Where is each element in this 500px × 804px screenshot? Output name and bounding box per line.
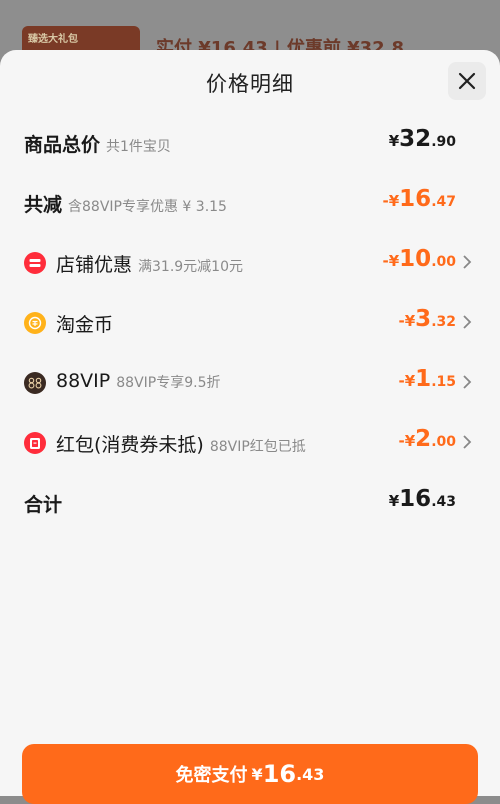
red-packet-icon	[24, 432, 46, 454]
reduced-amount: -¥16.47	[383, 186, 457, 212]
shop-coupon-icon	[24, 252, 46, 274]
sum-amount-symbol: ¥	[388, 492, 400, 510]
row-coins[interactable]: 淘金币 -¥3.32	[0, 302, 500, 342]
row-sum: 合计 ¥16.43	[0, 482, 500, 522]
reduced-sub: 含88VIP专享优惠 ¥ 3.15	[68, 199, 227, 215]
reduced-amount-dec: .47	[431, 194, 456, 210]
vip-sub: 88VIP专享9.5折	[116, 375, 221, 391]
price-detail-sheet: 价格明细 商品总价 共1件宝贝 ¥32.90 共减 含88VIP专享优惠 ¥ 3.1…	[0, 50, 500, 804]
total-amount-symbol: ¥	[388, 132, 400, 150]
shop-amount-int: 10	[399, 246, 432, 272]
redpacket-amount-symbol: -¥	[398, 432, 416, 450]
pay-button-label: 免密支付	[175, 765, 248, 786]
vip-88-icon	[24, 372, 46, 394]
total-amount: ¥32.90	[389, 126, 456, 152]
vip-label-text: 88VIP	[56, 370, 111, 392]
password-free-pay-button[interactable]: 免密支付 ¥16.43	[22, 744, 478, 804]
total-amount-int: 32	[399, 126, 432, 152]
shop-sub: 满31.9元减10元	[138, 259, 244, 275]
reduced-label-text: 共减	[24, 194, 63, 216]
shop-amount-symbol: -¥	[382, 252, 400, 270]
shop-amount-dec: .00	[431, 254, 456, 270]
pay-button-dec: .43	[296, 764, 325, 784]
coins-amount: -¥3.32	[399, 306, 457, 332]
row-88vip[interactable]: 88VIP 88VIP专享9.5折 -¥1.15	[0, 362, 500, 402]
redpacket-amount-int: 2	[415, 426, 432, 452]
sum-amount-int: 16	[399, 486, 432, 512]
close-icon	[458, 72, 476, 90]
chevron-right-icon	[463, 315, 472, 329]
row-shop-discount[interactable]: 店铺优惠 满31.9元减10元 -¥10.00	[0, 242, 500, 282]
total-sub: 共1件宝贝	[106, 139, 171, 155]
vip-amount-int: 1	[415, 366, 432, 392]
row-coins-label: 淘金币	[56, 310, 113, 337]
total-label-text: 商品总价	[24, 134, 101, 156]
reduced-amount-int: 16	[399, 186, 432, 212]
shop-label-text: 店铺优惠	[56, 254, 133, 276]
sheet-title: 价格明细	[206, 72, 294, 96]
coins-amount-symbol: -¥	[398, 312, 416, 330]
vip-amount-dec: .15	[431, 374, 456, 390]
pay-button-symbol: ¥	[251, 764, 263, 784]
shop-amount: -¥10.00	[383, 246, 457, 272]
row-redpacket-label: 红包(消费券未抵) 88VIP红包已抵	[56, 430, 306, 457]
coins-amount-dec: .32	[431, 314, 456, 330]
row-reduced-label: 共减 含88VIP专享优惠 ¥ 3.15	[24, 190, 227, 217]
product-thumbnail-text: 臻选大礼包	[28, 34, 78, 45]
chevron-right-icon	[463, 375, 472, 389]
redpacket-amount-dec: .00	[431, 434, 456, 450]
pay-button-int: 16	[262, 760, 297, 788]
coins-label-text: 淘金币	[56, 314, 114, 336]
coins-amount-int: 3	[415, 306, 432, 332]
coin-icon	[24, 312, 46, 334]
total-amount-dec: .90	[431, 134, 456, 150]
row-red-packet[interactable]: 红包(消费券未抵) 88VIP红包已抵 -¥2.00	[0, 422, 500, 462]
row-total-reduced: 共减 含88VIP专享优惠 ¥ 3.15 -¥16.47	[0, 182, 500, 222]
row-total-price: 商品总价 共1件宝贝 ¥32.90	[0, 122, 500, 162]
redpacket-sub: 88VIP红包已抵	[209, 439, 306, 455]
row-total-label: 商品总价 共1件宝贝	[24, 130, 171, 157]
row-shop-label: 店铺优惠 满31.9元减10元	[56, 250, 243, 277]
chevron-right-icon	[463, 255, 472, 269]
chevron-right-icon	[463, 435, 472, 449]
close-button[interactable]	[448, 62, 486, 100]
reduced-amount-symbol: -¥	[382, 192, 400, 210]
row-sum-label: 合计	[24, 494, 63, 516]
sum-amount-dec: .43	[431, 494, 456, 510]
vip-amount: -¥1.15	[399, 366, 457, 392]
sum-amount: ¥16.43	[389, 486, 456, 512]
redpacket-label-text: 红包(消费券未抵)	[56, 434, 204, 456]
vip-amount-symbol: -¥	[398, 372, 416, 390]
redpacket-amount: -¥2.00	[399, 426, 457, 452]
row-vip-label: 88VIP 88VIP专享9.5折	[56, 370, 220, 392]
